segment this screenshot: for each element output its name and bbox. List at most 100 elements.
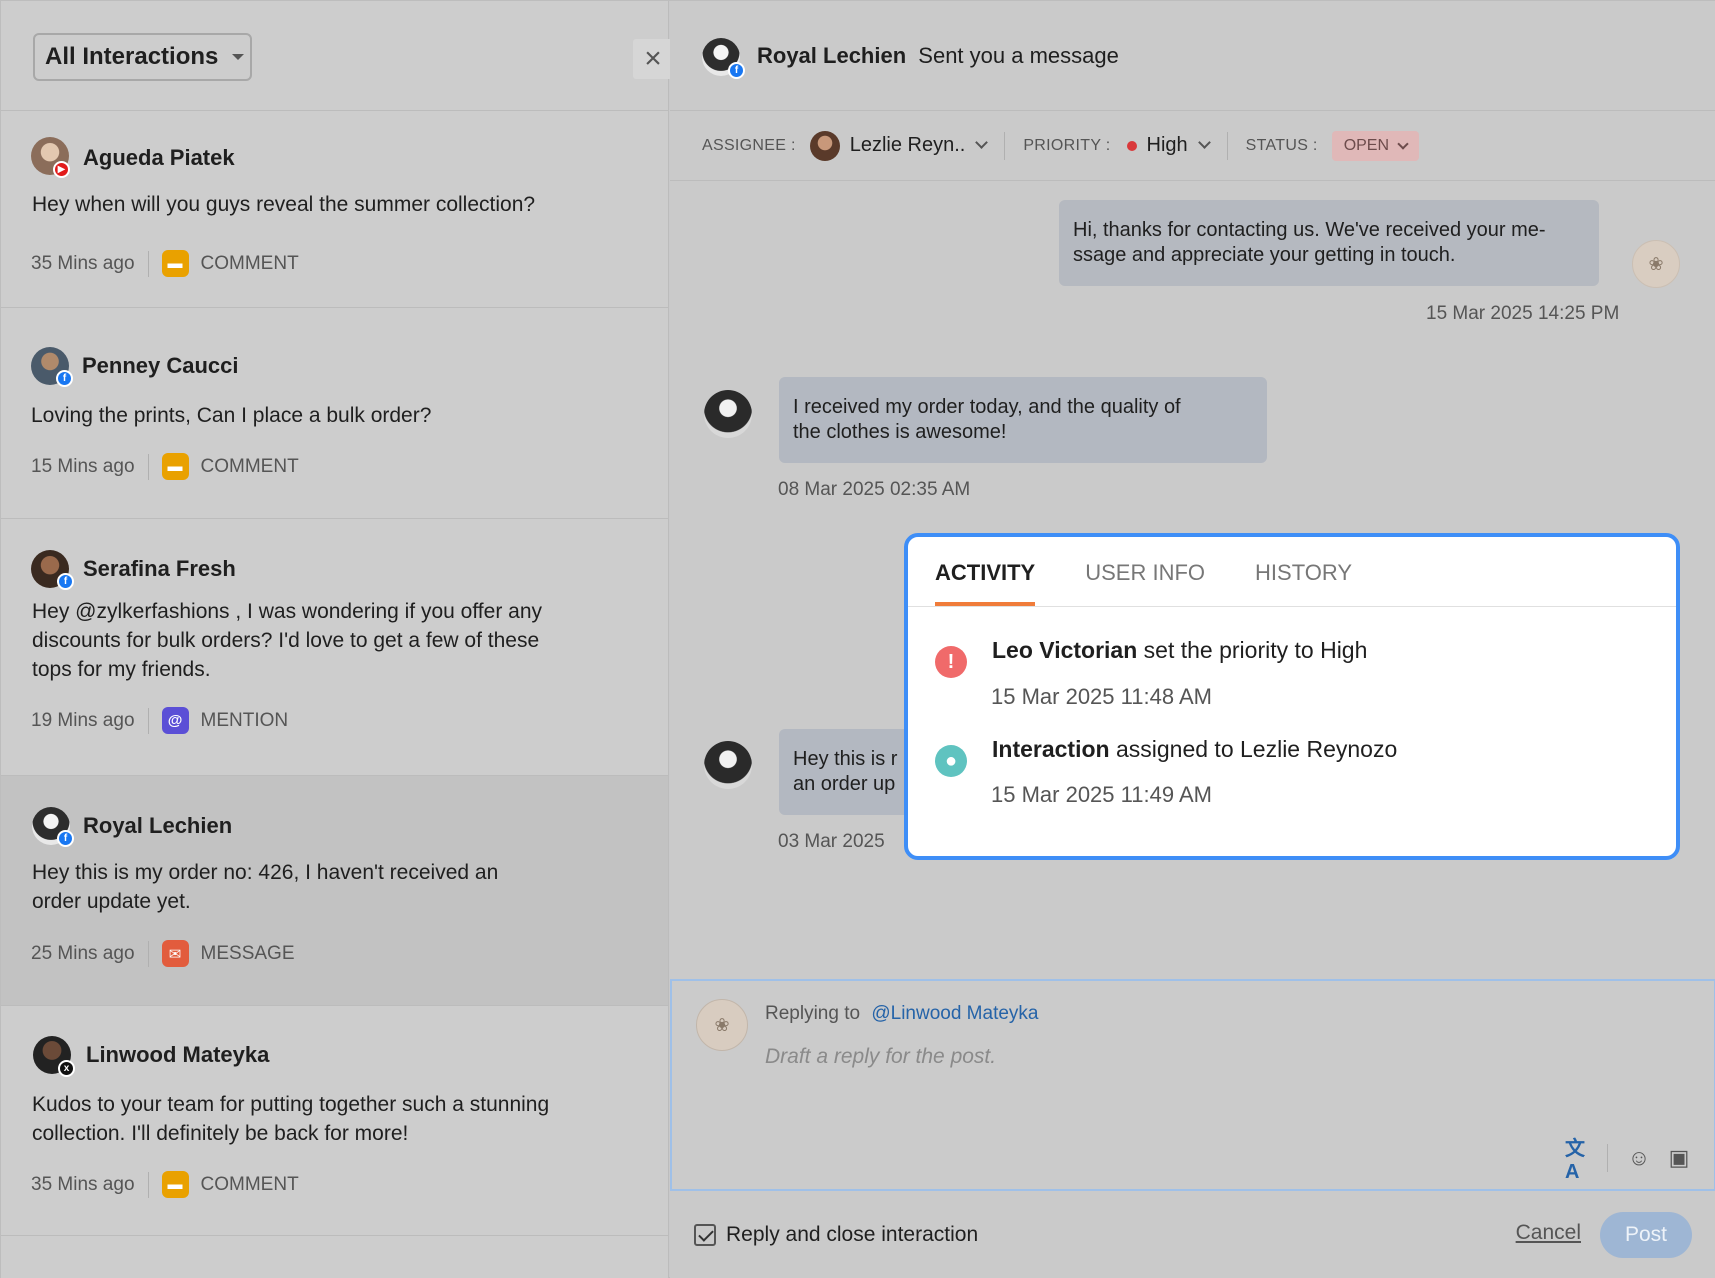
tab-history[interactable]: HISTORY (1255, 560, 1352, 606)
assignee-label: ASSIGNEE : (702, 136, 796, 154)
comment-icon: ▬ (161, 453, 189, 480)
interaction-message: Hey this is my order no: 426, I haven't … (32, 861, 499, 913)
chevron-down-icon[interactable] (975, 136, 989, 149)
activity-description: assigned to Lezlie Reynozo (1115, 736, 1398, 762)
post-button[interactable]: Post (1600, 1212, 1692, 1258)
facebook-icon: f (57, 573, 74, 590)
divider (1226, 131, 1228, 160)
conversation-subtitle: Sent you a message (918, 43, 1119, 68)
interaction-time: 15 Mins ago (31, 455, 135, 477)
mail-icon: ✉ (161, 940, 189, 967)
tab-activity[interactable]: ACTIVITY (935, 560, 1036, 606)
conversation-title: Royal Lechien Sent you a message (757, 43, 1119, 69)
x-icon: x (58, 1060, 75, 1077)
reply-close-checkbox[interactable] (694, 1224, 716, 1246)
interaction-time: 35 Mins ago (31, 252, 135, 274)
activity-text: Leo Victorian set the priority to High (992, 637, 1367, 664)
status-value: OPEN (1343, 136, 1390, 154)
interaction-message: Hey @zylkerfashions , I was wondering if… (32, 600, 542, 681)
message-line: ssage and appreciate your getting in tou… (1073, 244, 1456, 266)
interaction-item[interactable]: f Serafina Fresh Hey @zylkerfashions , I… (1, 519, 668, 776)
reply-handle-link[interactable]: @Linwood Mateyka (871, 1003, 1038, 1024)
interaction-author: Agueda Piatek (83, 145, 235, 170)
interaction-message: Hey when will you guys reveal the summer… (32, 193, 536, 216)
divider (1004, 131, 1006, 160)
tab-user-info[interactable]: USER INFO (1085, 560, 1205, 606)
reply-close-label: Reply and close interaction (726, 1223, 979, 1246)
filter-label: All Interactions (45, 43, 219, 70)
assignee-dropdown[interactable]: Lezlie Reyn.. (850, 134, 966, 157)
user-icon: ● (935, 745, 967, 777)
reply-composer[interactable]: ❀ Replying to @Linwood Mateyka Draft a r… (670, 979, 1715, 1191)
interaction-item[interactable]: x Linwood Mateyka Kudos to your team for… (1, 1006, 668, 1236)
facebook-icon: f (56, 370, 73, 387)
translate-icon[interactable]: 文A (1565, 1138, 1595, 1183)
brand-logo-icon: ❀ (1632, 240, 1680, 288)
image-icon[interactable]: ▣ (1664, 1143, 1694, 1173)
conversation-header: f Royal Lechien Sent you a message (670, 1, 1715, 111)
interaction-filter-dropdown[interactable]: All Interactions (33, 33, 252, 81)
popup-tabs: ACTIVITY USER INFO HISTORY (908, 537, 1676, 607)
message-timestamp: 03 Mar 2025 (778, 831, 885, 852)
comment-icon: ▬ (161, 1171, 189, 1198)
interaction-type: COMMENT (200, 1173, 299, 1195)
interaction-author: Royal Lechien (83, 813, 233, 838)
interaction-meta: 35 Mins ago ▬ COMMENT (31, 1171, 299, 1198)
composer-toolbar: 文A ☺ ▣ (1555, 1138, 1694, 1183)
priority-dropdown[interactable]: High (1147, 134, 1188, 157)
interaction-message: Kudos to your team for putting together … (32, 1093, 550, 1145)
interactions-header: All Interactions (1, 1, 668, 111)
interaction-type: COMMENT (200, 455, 299, 477)
reply-input[interactable]: Draft a reply for the post. (765, 1045, 996, 1069)
caret-down-icon (232, 54, 245, 60)
interaction-author: Serafina Fresh (83, 556, 236, 581)
interaction-item[interactable]: ▶ Agueda Piatek Hey when will you guys r… (1, 111, 668, 308)
priority-dot (1126, 140, 1137, 151)
status-dropdown[interactable]: OPEN (1331, 130, 1420, 161)
replying-to: Replying to @Linwood Mateyka (765, 1003, 1039, 1025)
contact-name: Royal Lechien (757, 43, 907, 68)
avatar (704, 741, 752, 789)
interaction-meta: 35 Mins ago ▬ COMMENT (31, 250, 299, 277)
divider (147, 453, 149, 480)
status-label: STATUS : (1245, 136, 1318, 154)
interaction-author: Penney Caucci (82, 353, 239, 378)
interaction-item[interactable]: f Penney Caucci Loving the prints, Can I… (1, 308, 668, 519)
chevron-down-icon (1397, 137, 1409, 150)
activity-actor: Leo Victorian (992, 637, 1138, 663)
interaction-author: Linwood Mateyka (86, 1042, 270, 1067)
avatar (809, 130, 840, 161)
replying-label: Replying to (765, 1003, 861, 1024)
message-line: the clothes is awesome! (793, 421, 1007, 443)
at-icon: @ (161, 707, 189, 734)
interaction-time: 35 Mins ago (31, 1173, 135, 1195)
outgoing-message: Hi, thanks for contacting us. We've rece… (1059, 200, 1599, 286)
interaction-meta: 25 Mins ago ✉ MESSAGE (31, 940, 295, 967)
activity-text: Interaction assigned to Lezlie Reynozo (992, 736, 1397, 763)
chevron-down-icon[interactable] (1197, 136, 1211, 149)
properties-bar: ASSIGNEE : Lezlie Reyn.. PRIORITY : High… (670, 111, 1715, 181)
close-icon[interactable]: × (633, 39, 673, 79)
comment-icon: ▬ (161, 250, 189, 277)
interaction-meta: 15 Mins ago ▬ COMMENT (31, 453, 299, 480)
interaction-meta: 19 Mins ago @ MENTION (31, 707, 288, 734)
incoming-message: I received my order today, and the quali… (779, 377, 1267, 463)
interaction-message: Loving the prints, Can I place a bulk or… (31, 404, 432, 427)
divider (1607, 1144, 1608, 1172)
priority-label: PRIORITY : (1023, 136, 1111, 154)
activity-time: 15 Mar 2025 11:49 AM (991, 782, 1212, 807)
emoji-icon[interactable]: ☺ (1624, 1143, 1654, 1173)
activity-actor: Interaction (992, 736, 1110, 762)
interaction-time: 19 Mins ago (31, 709, 135, 731)
interaction-type: COMMENT (200, 252, 299, 274)
interaction-item-active[interactable]: f Royal Lechien Hey this is my order no:… (1, 776, 668, 1006)
cancel-button[interactable]: Cancel (1516, 1221, 1581, 1245)
activity-time: 15 Mar 2025 11:48 AM (991, 684, 1212, 709)
message-line: I received my order today, and the quali… (793, 396, 1181, 418)
interaction-type: MENTION (200, 709, 289, 731)
alert-icon: ! (935, 646, 967, 678)
interaction-type: MESSAGE (200, 942, 295, 964)
interactions-panel: All Interactions ▶ Agueda Piatek Hey whe… (1, 1, 669, 1278)
app-window: All Interactions ▶ Agueda Piatek Hey whe… (0, 0, 1715, 1278)
divider (147, 940, 149, 967)
